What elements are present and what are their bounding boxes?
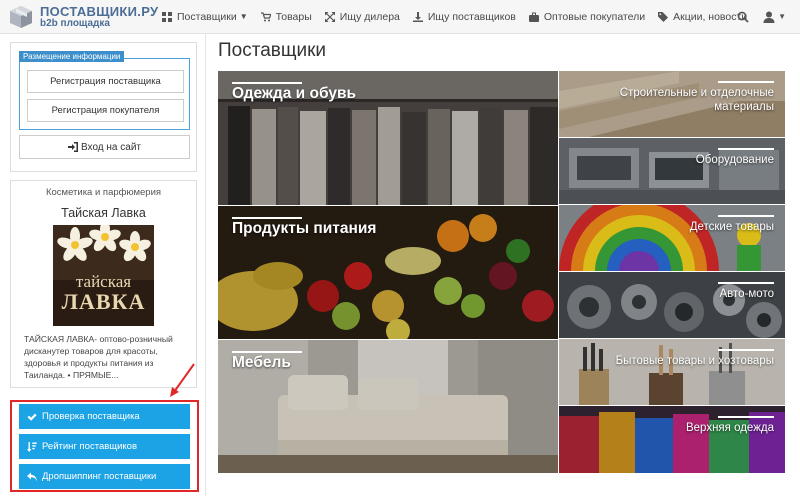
category-clothes-shoes[interactable]: Одежда и обувь xyxy=(218,71,558,205)
nav-suppliers[interactable]: Поставщики ▼ xyxy=(162,11,248,23)
category-furniture[interactable]: Мебель xyxy=(218,340,558,473)
category-auto-moto[interactable]: Авто-мото xyxy=(559,272,785,338)
supplier-rating-button[interactable]: Рейтинг поставщиков xyxy=(19,434,190,459)
cube-logo-icon xyxy=(10,6,32,28)
category-label: Оборудование xyxy=(695,154,774,166)
supplier-tools-highlight: Проверка поставщика Рейтинг поставщиков … xyxy=(10,400,199,492)
check-icon xyxy=(27,413,37,421)
tags-icon xyxy=(658,11,669,22)
logo-subtitle: b2b площадка xyxy=(40,18,110,29)
register-supplier-button[interactable]: Регистрация поставщика xyxy=(27,70,184,93)
category-kids-goods[interactable]: Детские товары xyxy=(559,205,785,271)
nav-find-suppliers[interactable]: Ищу поставщиков xyxy=(412,10,516,23)
category-label: Одежда и обувь xyxy=(232,85,357,102)
title-bar xyxy=(232,82,302,84)
register-buyer-button[interactable]: Регистрация покупателя xyxy=(27,99,184,122)
user-menu-button[interactable]: ▼ xyxy=(763,11,786,23)
title-bar xyxy=(718,81,774,83)
category-label-line2: материалы xyxy=(714,101,774,113)
promo-logo-image[interactable]: тайская ЛАВКА xyxy=(53,225,154,326)
caret-down-icon: ▼ xyxy=(778,12,786,21)
registration-box: Регистрация поставщика Регистрация покуп… xyxy=(19,58,190,130)
user-icon xyxy=(763,11,775,23)
page-title: Поставщики xyxy=(218,40,327,61)
nav-goods[interactable]: Товары xyxy=(260,10,312,23)
title-bar xyxy=(232,217,302,219)
sort-icon xyxy=(27,441,37,452)
nav-wholesale-buyers-label: Оптовые покупатели xyxy=(543,10,646,23)
expand-icon xyxy=(324,11,335,22)
category-household-goods[interactable]: Бытовые товары и хозтовары xyxy=(559,339,785,405)
nav-goods-label: Товары xyxy=(275,10,312,23)
check-supplier-label: Проверка поставщика xyxy=(42,411,140,422)
category-label-line1: Строительные и отделочные xyxy=(619,87,774,99)
briefcase-icon xyxy=(528,12,539,22)
category-equipment[interactable]: Оборудование xyxy=(559,138,785,204)
category-outerwear[interactable]: Верхняя одежда xyxy=(559,406,785,473)
column-divider xyxy=(205,34,206,496)
search-button[interactable] xyxy=(737,11,749,23)
title-bar xyxy=(718,349,774,351)
login-button-label: Вход на сайт xyxy=(81,141,141,153)
promo-category: Косметика и парфюмерия xyxy=(45,187,162,198)
category-label: Детские товары xyxy=(689,221,774,233)
category-label: Верхняя одежда xyxy=(685,422,774,434)
top-navbar: ПОСТАВЩИКИ.РУ b2b площадка Поставщики ▼ … xyxy=(0,0,800,34)
category-label: Строительные и отделочные материалы xyxy=(620,86,774,114)
reply-icon xyxy=(27,472,37,481)
nav-wholesale-buyers[interactable]: Оптовые покупатели xyxy=(528,10,646,23)
category-label: Продукты питания xyxy=(232,220,377,237)
title-bar xyxy=(718,215,774,217)
grid-icon xyxy=(162,11,172,22)
nav-suppliers-label: Поставщики xyxy=(177,10,237,23)
supplier-rating-label: Рейтинг поставщиков xyxy=(42,441,137,452)
site-logo[interactable]: ПОСТАВЩИКИ.РУ b2b площадка xyxy=(8,4,158,30)
cart-icon xyxy=(260,11,271,21)
title-bar xyxy=(718,282,774,284)
search-icon xyxy=(737,11,749,23)
promo-logo-line1: тайская xyxy=(75,272,132,291)
title-bar xyxy=(232,351,302,353)
category-building-materials[interactable]: Строительные и отделочные материалы xyxy=(559,71,785,137)
promo-logo-line2: ЛАВКА xyxy=(61,289,146,314)
promo-company-name[interactable]: Тайская Лавка xyxy=(11,206,196,220)
check-supplier-button[interactable]: Проверка поставщика xyxy=(19,404,190,429)
logo-title: ПОСТАВЩИКИ.РУ xyxy=(40,4,159,19)
download-icon xyxy=(412,11,423,22)
title-bar xyxy=(718,148,774,150)
nav-find-suppliers-label: Ищу поставщиков xyxy=(427,10,516,23)
category-food[interactable]: Продукты питания xyxy=(218,206,558,339)
nav-find-dealer-label: Ищу дилера xyxy=(339,10,400,23)
caret-down-icon: ▼ xyxy=(239,12,248,21)
category-label: Мебель xyxy=(232,354,291,371)
category-label: Бытовые товары и хозтовары xyxy=(615,355,774,367)
promo-card[interactable]: Косметика и парфюмерия Тайская Лавка тай… xyxy=(10,180,197,388)
dropshipping-button[interactable]: Дропшиппинг поставщики xyxy=(19,464,190,489)
registration-panel: Регистрация поставщика Регистрация покуп… xyxy=(10,42,197,172)
nav-find-dealer[interactable]: Ищу дилера xyxy=(324,10,400,23)
login-button[interactable]: Вход на сайт xyxy=(19,135,190,159)
title-bar xyxy=(718,416,774,418)
red-arrow-annotation xyxy=(170,363,195,397)
category-label: Авто-мото xyxy=(719,288,774,300)
sign-in-icon xyxy=(68,142,78,152)
dropshipping-label: Дропшиппинг поставщики xyxy=(42,471,157,482)
registration-label: Размещение информации xyxy=(19,51,125,62)
